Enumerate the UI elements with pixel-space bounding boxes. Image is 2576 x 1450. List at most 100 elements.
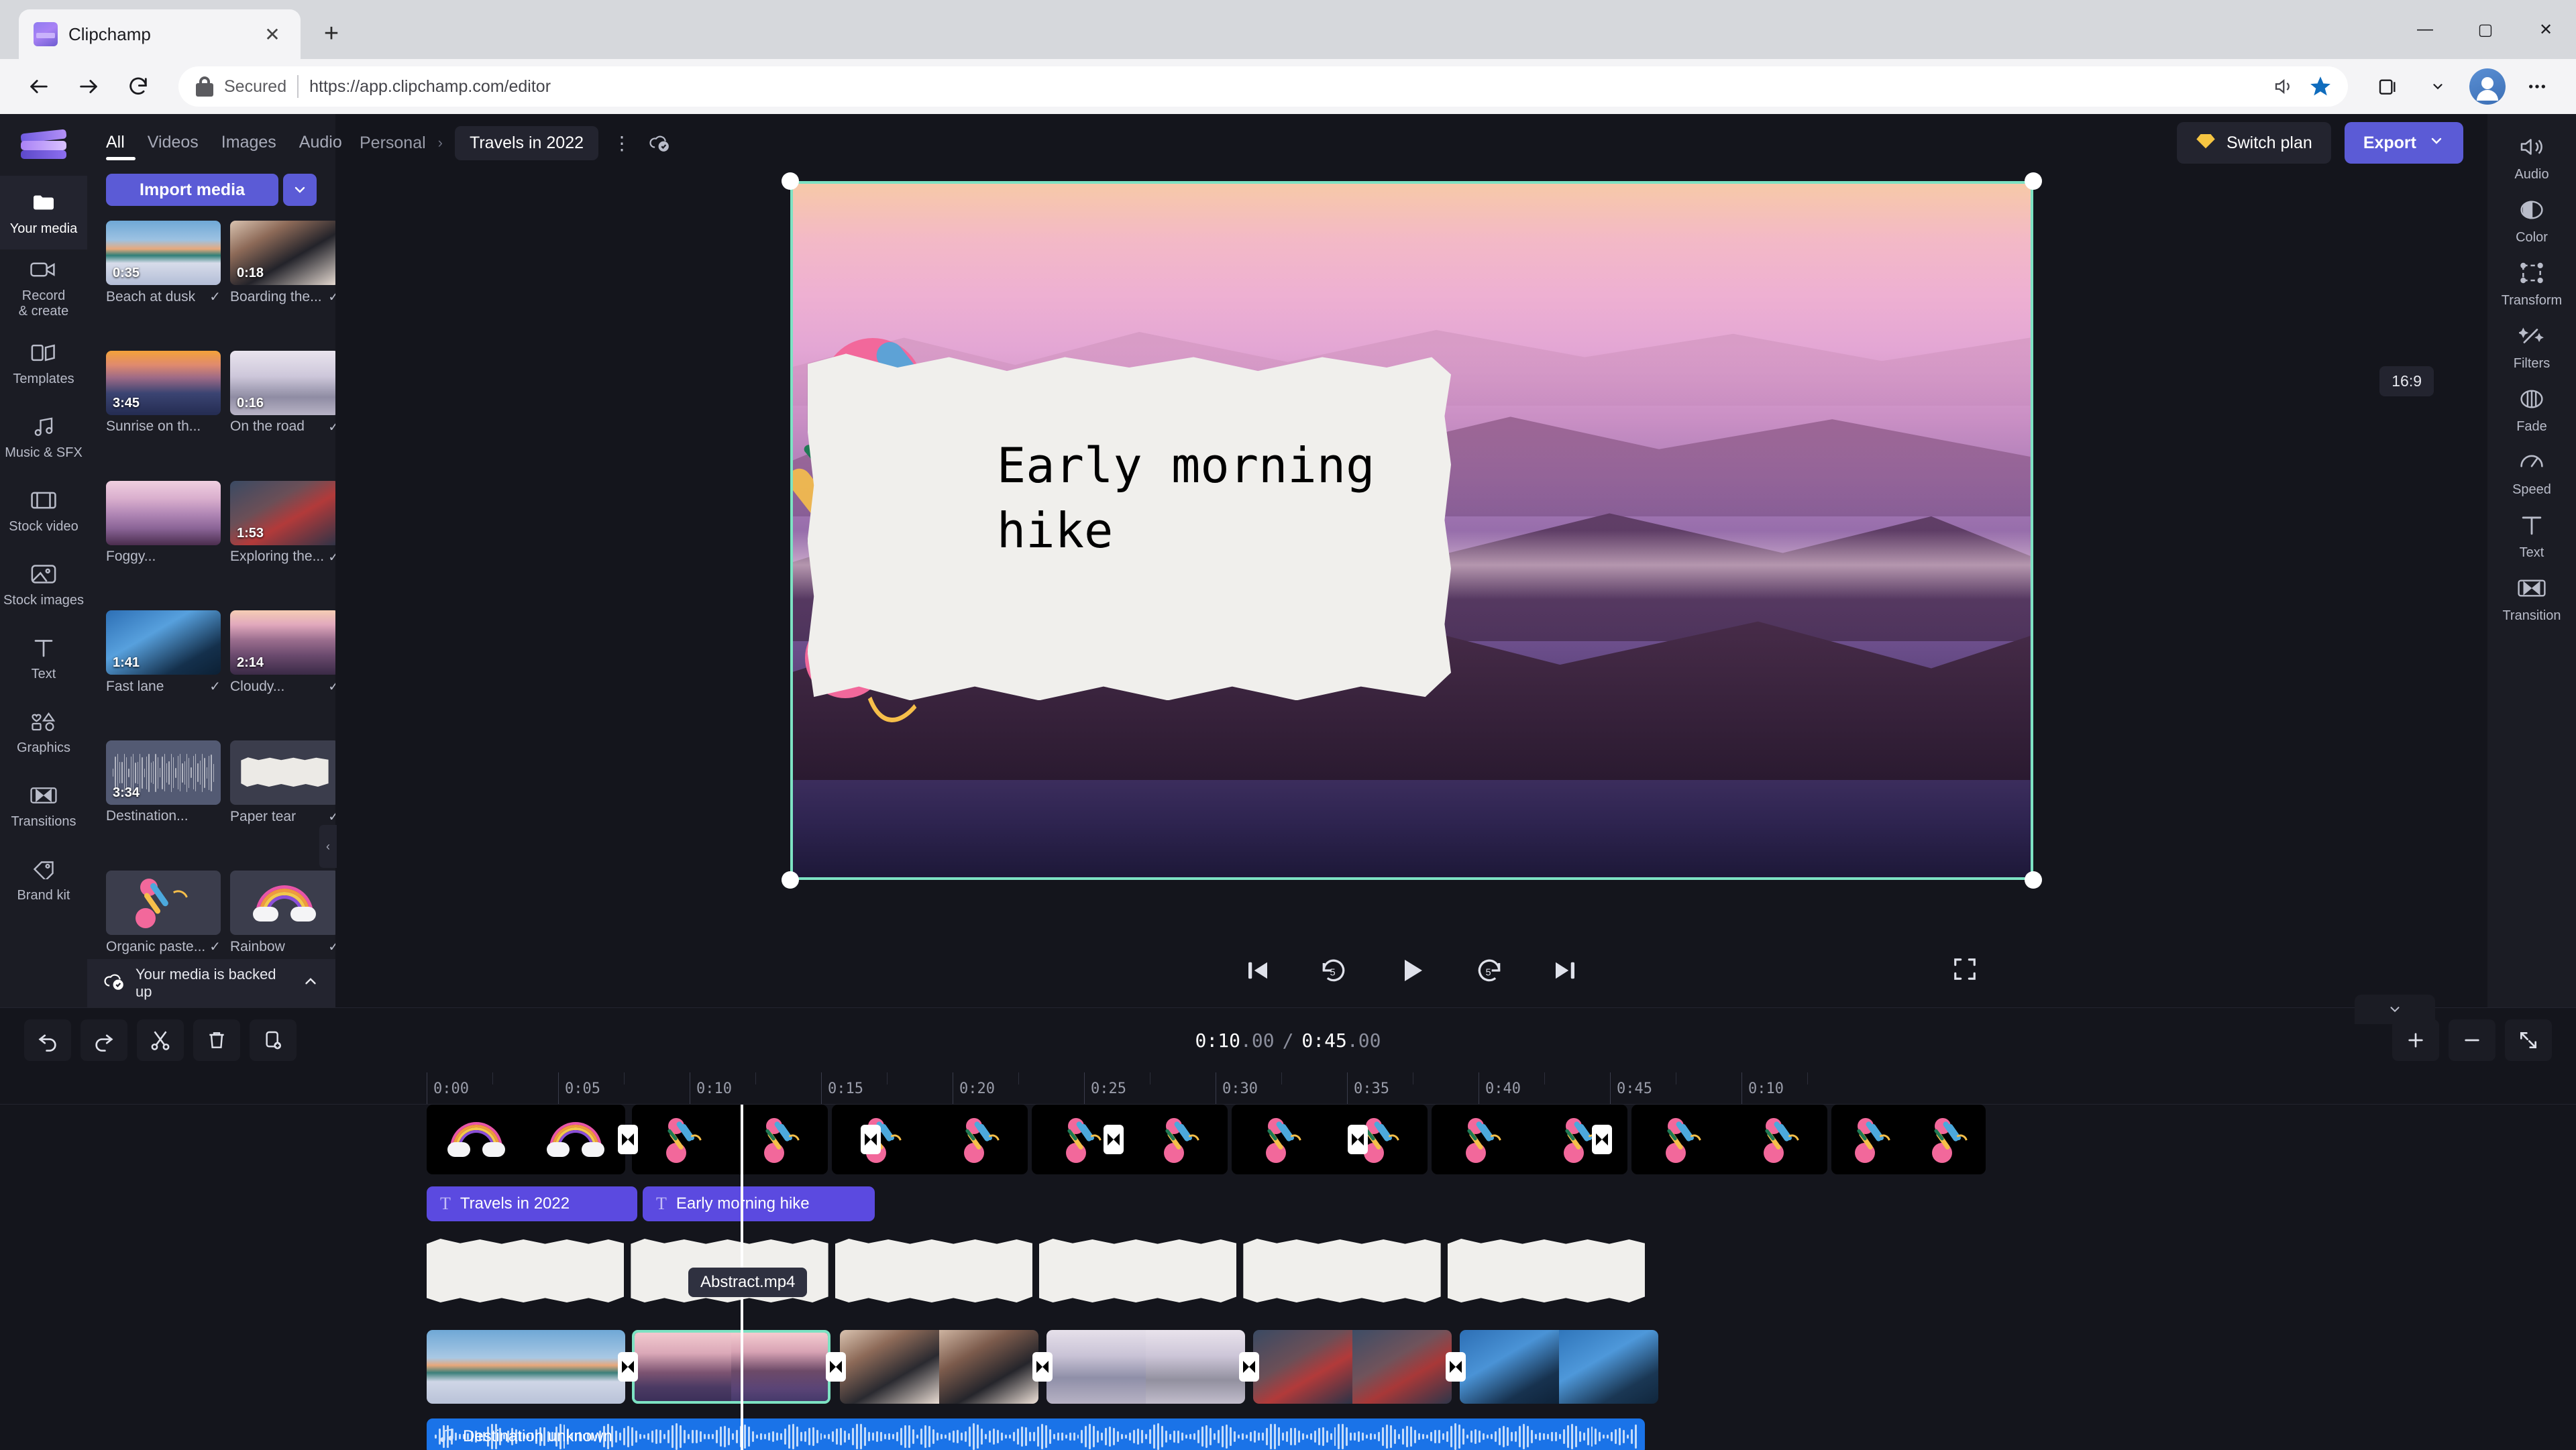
breadcrumb-root[interactable]: Personal bbox=[360, 133, 426, 153]
fullscreen-icon[interactable] bbox=[1952, 956, 1978, 985]
resize-handle-bottom-right[interactable] bbox=[2025, 871, 2042, 889]
clip-abstract[interactable] bbox=[1232, 1105, 1428, 1174]
media-thumbnail[interactable]: 0:16 bbox=[230, 351, 335, 415]
video-clip-train[interactable] bbox=[1460, 1330, 1658, 1404]
tab-videos[interactable]: Videos bbox=[148, 133, 199, 160]
import-media-button[interactable]: Import media bbox=[106, 174, 278, 206]
chevron-down-icon[interactable] bbox=[283, 174, 317, 206]
minimize-button[interactable]: — bbox=[2395, 0, 2455, 59]
media-thumbnail[interactable] bbox=[106, 481, 221, 545]
transition-badge[interactable] bbox=[1446, 1352, 1466, 1382]
media-item[interactable]: 0:16On the road✓ bbox=[230, 351, 335, 474]
sidebar-item-your-media[interactable]: Your media bbox=[0, 176, 87, 249]
sidebar-item-transitions[interactable]: Transitions bbox=[0, 769, 87, 842]
forward-5-icon[interactable]: 5 bbox=[1474, 956, 1504, 985]
video-clip-mountains[interactable] bbox=[632, 1330, 830, 1404]
back-icon[interactable] bbox=[17, 65, 60, 108]
timeline-ruler[interactable]: 0:000:050:100:150:200:250:300:350:400:45… bbox=[0, 1072, 2576, 1105]
transition-badge[interactable] bbox=[1239, 1352, 1259, 1382]
tool-audio[interactable]: Audio bbox=[2487, 133, 2576, 182]
sidebar-item-stock-video[interactable]: Stock video bbox=[0, 473, 87, 547]
media-thumbnail[interactable] bbox=[230, 871, 335, 935]
export-button[interactable]: Export bbox=[2345, 122, 2463, 164]
clip-abstract[interactable] bbox=[1831, 1105, 1986, 1174]
tool-filters[interactable]: Filters bbox=[2487, 322, 2576, 372]
media-thumbnail[interactable]: 1:41 bbox=[106, 610, 221, 675]
tool-speed[interactable]: Speed bbox=[2487, 448, 2576, 498]
transition-badge[interactable] bbox=[1032, 1352, 1053, 1382]
skip-to-start-icon[interactable] bbox=[1244, 956, 1272, 985]
project-name[interactable]: Travels in 2022 bbox=[455, 126, 598, 160]
tool-transition[interactable]: Transition bbox=[2487, 574, 2576, 624]
text-clip[interactable]: T Early morning hike bbox=[643, 1186, 875, 1221]
media-item[interactable]: Foggy... bbox=[106, 481, 221, 604]
address-bar[interactable]: Secured https://app.clipchamp.com/editor bbox=[178, 66, 2348, 107]
aspect-ratio-badge[interactable]: 16:9 bbox=[2379, 366, 2434, 396]
close-icon[interactable]: ✕ bbox=[259, 21, 286, 48]
clip-abstract[interactable] bbox=[1631, 1105, 1827, 1174]
transition-badge[interactable] bbox=[826, 1352, 846, 1382]
play-button[interactable] bbox=[1395, 954, 1428, 987]
media-item[interactable]: 3:45Sunrise on th... bbox=[106, 351, 221, 474]
sidebar-item-record-create[interactable]: Record & create bbox=[0, 249, 87, 326]
media-thumbnail[interactable]: 3:34 bbox=[106, 740, 221, 805]
favorite-star-icon[interactable] bbox=[2310, 76, 2330, 97]
sidebar-item-graphics[interactable]: Graphics bbox=[0, 695, 87, 769]
clip-abstract[interactable] bbox=[632, 1105, 828, 1174]
media-item[interactable]: 3:34Destination... bbox=[106, 740, 221, 864]
media-item[interactable]: 1:53Exploring the...✓ bbox=[230, 481, 335, 604]
resize-handle-top-left[interactable] bbox=[782, 172, 799, 190]
avatar[interactable] bbox=[2466, 65, 2509, 108]
media-thumbnail[interactable] bbox=[230, 740, 335, 805]
maximize-button[interactable]: ▢ bbox=[2455, 0, 2516, 59]
browser-settings-icon[interactable] bbox=[2516, 65, 2559, 108]
project-menu-button[interactable]: ⋮ bbox=[610, 129, 633, 156]
tool-transform[interactable]: Transform bbox=[2487, 259, 2576, 309]
media-thumbnail[interactable]: 2:14 bbox=[230, 610, 335, 675]
sidebar-item-text[interactable]: Text bbox=[0, 621, 87, 695]
resize-handle-bottom-left[interactable] bbox=[782, 871, 799, 889]
collapse-media-panel-button[interactable]: ‹ bbox=[319, 825, 337, 868]
forward-icon[interactable] bbox=[67, 65, 110, 108]
media-item[interactable]: 1:41Fast lane✓ bbox=[106, 610, 221, 734]
paper-tear-clip[interactable] bbox=[835, 1239, 1032, 1303]
transition-badge[interactable] bbox=[618, 1125, 638, 1154]
video-preview-canvas[interactable]: Early morning hike bbox=[790, 181, 2033, 880]
tool-text[interactable]: Text bbox=[2487, 511, 2576, 561]
video-clip-city[interactable] bbox=[1253, 1330, 1452, 1404]
chevron-down-icon[interactable] bbox=[2416, 65, 2459, 108]
tab-all[interactable]: All bbox=[106, 133, 125, 160]
paper-tear-clip[interactable] bbox=[1448, 1239, 1645, 1303]
media-thumbnail[interactable]: 3:45 bbox=[106, 351, 221, 415]
clip-abstract[interactable] bbox=[1032, 1105, 1228, 1174]
sidebar-item-music-sfx[interactable]: Music & SFX bbox=[0, 400, 87, 473]
paper-tear-clip[interactable] bbox=[1039, 1239, 1236, 1303]
video-clip-road[interactable] bbox=[1046, 1330, 1245, 1404]
audio-clip[interactable]: Destination unknown bbox=[427, 1418, 1645, 1450]
tool-color[interactable]: Color bbox=[2487, 196, 2576, 245]
switch-plan-button[interactable]: Switch plan bbox=[2177, 122, 2331, 164]
media-item[interactable]: 0:18Boarding the...✓ bbox=[230, 221, 335, 344]
media-thumbnail[interactable]: 1:53 bbox=[230, 481, 335, 545]
transition-badge[interactable] bbox=[1104, 1125, 1124, 1154]
resize-handle-top-right[interactable] bbox=[2025, 172, 2042, 190]
collections-icon[interactable] bbox=[2367, 65, 2410, 108]
media-thumbnail[interactable]: 0:18 bbox=[230, 221, 335, 285]
clip-rainbow[interactable] bbox=[427, 1105, 625, 1174]
video-clip-beach[interactable] bbox=[427, 1330, 625, 1404]
collapse-timeline-button[interactable] bbox=[2355, 995, 2435, 1024]
sidebar-item-brand-kit[interactable]: Brand kit bbox=[0, 842, 87, 916]
new-tab-button[interactable]: + bbox=[310, 12, 353, 55]
sidebar-item-templates[interactable]: Templates bbox=[0, 326, 87, 400]
paper-tear-clip[interactable] bbox=[1243, 1239, 1440, 1303]
media-thumbnail[interactable] bbox=[106, 871, 221, 935]
canvas-selection[interactable]: Early morning hike bbox=[790, 181, 2033, 880]
window-close-button[interactable]: ✕ bbox=[2516, 0, 2576, 59]
text-clip[interactable]: T Travels in 2022 bbox=[427, 1186, 637, 1221]
chevron-up-icon[interactable] bbox=[302, 972, 319, 994]
browser-tab[interactable]: Clipchamp ✕ bbox=[19, 9, 301, 59]
transition-badge[interactable] bbox=[1348, 1125, 1368, 1154]
media-item[interactable]: 0:35Beach at dusk✓ bbox=[106, 221, 221, 344]
media-thumbnail[interactable]: 0:35 bbox=[106, 221, 221, 285]
rewind-5-icon[interactable]: 5 bbox=[1319, 956, 1348, 985]
